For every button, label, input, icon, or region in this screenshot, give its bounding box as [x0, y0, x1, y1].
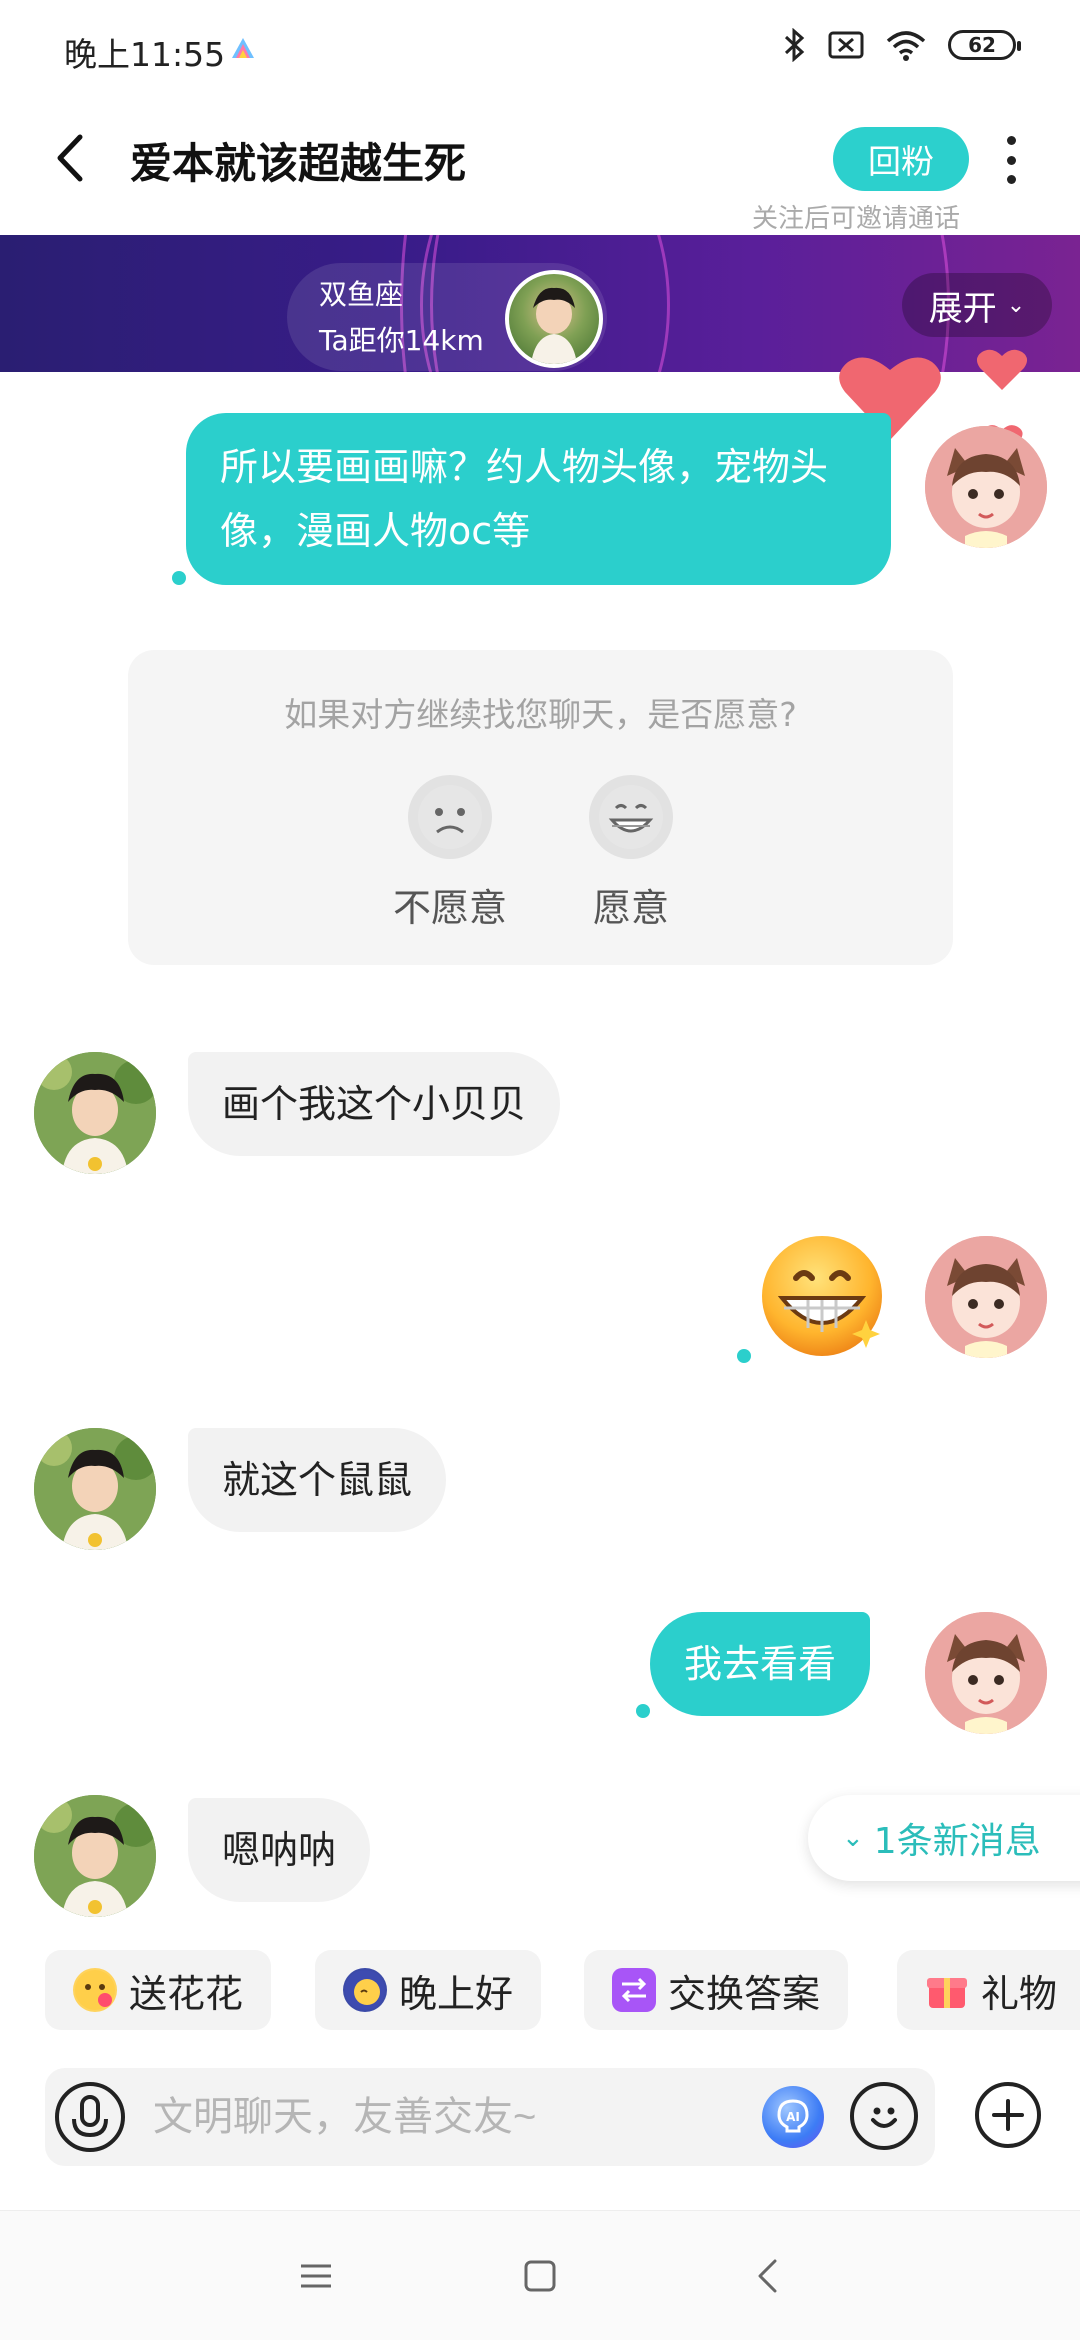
chip-label: 交换答案 — [668, 1971, 821, 2016]
new-message-label: 1条新消息 — [873, 1821, 1041, 1862]
status-time: 晚上11:55 — [64, 35, 226, 74]
new-message-button[interactable]: ⌄ 1条新消息 — [808, 1795, 1080, 1881]
more-actions-button[interactable] — [975, 2082, 1041, 2148]
follow-back-button[interactable]: 回粉 — [833, 127, 969, 191]
microphone-icon — [72, 2095, 108, 2138]
expand-label: 展开 — [928, 288, 997, 329]
battery-icon: 62 — [948, 30, 1021, 60]
emoji-button[interactable] — [850, 2082, 918, 2150]
outgoing-message[interactable]: 所以要画画嘛？约人物头像，宠物头像，漫画人物oc等 — [186, 413, 891, 585]
message-text: 我去看看 — [684, 1642, 837, 1686]
incoming-message[interactable]: 画个我这个小贝贝 — [188, 1052, 561, 1156]
menu-icon — [301, 2264, 331, 2288]
bluetooth-icon — [784, 28, 805, 62]
my-avatar[interactable] — [925, 1612, 1047, 1734]
gift-icon — [925, 1968, 969, 2012]
back-arrow-icon — [57, 134, 83, 182]
message-text: 所以要画画嘛？约人物头像，宠物头像，漫画人物oc等 — [220, 445, 829, 553]
read-indicator — [737, 1349, 751, 1363]
zodiac-sign: 双鱼座 — [319, 278, 404, 311]
expand-button[interactable]: 展开 ⌄ — [902, 273, 1052, 337]
outgoing-message[interactable]: 我去看看 — [650, 1612, 871, 1716]
home-button[interactable] — [515, 2251, 565, 2301]
system-back-button[interactable] — [742, 2251, 792, 2301]
wifi-icon — [886, 31, 926, 61]
more-dot-icon — [1006, 175, 1016, 184]
chip-exchange-answers[interactable]: 交换答案 — [584, 1950, 849, 2030]
sad-face-icon — [408, 775, 492, 859]
contact-avatar[interactable] — [34, 1052, 156, 1174]
contact-avatar[interactable] — [34, 1428, 156, 1550]
survey-option-label: 愿意 — [592, 886, 669, 930]
survey-option-willing[interactable]: 愿意 — [556, 775, 706, 932]
exchange-icon — [612, 1968, 656, 2012]
ai-icon: AI — [777, 2099, 809, 2133]
double-chevron-down-icon: ⌄ — [842, 1823, 864, 1853]
message-text: 画个我这个小贝贝 — [222, 1082, 527, 1126]
chip-gift[interactable]: 礼物 — [897, 1950, 1080, 2030]
quick-reply-bar: 送花花 晚上好 交换答案 礼物 — [0, 1950, 1080, 2030]
read-indicator — [636, 1704, 650, 1718]
contact-avatar[interactable] — [34, 1795, 156, 1917]
survey-card: 如果对方继续找您聊天，是否愿意? 不愿意 愿意 — [128, 650, 953, 965]
my-avatar[interactable] — [925, 426, 1047, 548]
message-text: 就这个鼠鼠 — [222, 1458, 413, 1502]
chip-send-flower[interactable]: 送花花 — [45, 1950, 272, 2030]
sim-icon — [828, 31, 864, 59]
smiley-icon — [871, 2107, 897, 2128]
banner-avatar[interactable] — [505, 270, 603, 368]
more-options-button[interactable] — [995, 130, 1027, 190]
chevron-down-icon: ⌄ — [1006, 292, 1026, 318]
survey-option-label: 不愿意 — [392, 886, 507, 930]
battery-level: 62 — [968, 33, 996, 57]
back-triangle-icon — [758, 2259, 777, 2293]
more-dot-icon — [1006, 155, 1016, 165]
flower-face-icon — [73, 1968, 117, 2012]
app-icon — [232, 38, 254, 58]
grinning-face-emoji[interactable] — [758, 1232, 886, 1360]
message-input-bar: AI — [45, 2068, 935, 2166]
chat-title: 爱本就该超越生死 — [130, 139, 467, 188]
plus-icon — [992, 2099, 1024, 2131]
chip-good-evening[interactable]: 晚上好 — [315, 1950, 542, 2030]
back-button[interactable] — [44, 128, 94, 188]
survey-option-unwilling[interactable]: 不愿意 — [375, 775, 525, 932]
chip-label: 晚上好 — [399, 1971, 514, 2016]
status-bar: 晚上11:55 62 — [0, 0, 1080, 100]
distance-label: Ta距你14km — [319, 324, 484, 357]
incoming-message[interactable]: 就这个鼠鼠 — [188, 1428, 447, 1532]
chat-header: 爱本就该超越生死 回粉 关注后可邀请通话 — [0, 100, 1080, 235]
follow-hint: 关注后可邀请通话 — [752, 204, 961, 234]
system-navigation-bar — [0, 2210, 1080, 2340]
message-text: 嗯呐呐 — [222, 1828, 337, 1872]
chip-label: 送花花 — [129, 1971, 244, 2016]
grinning-face-icon — [589, 775, 673, 859]
more-dot-icon — [1006, 136, 1016, 145]
read-indicator — [172, 571, 186, 585]
my-avatar[interactable] — [925, 1236, 1047, 1358]
message-input[interactable] — [153, 2068, 793, 2166]
recent-apps-button[interactable] — [291, 2251, 341, 2301]
chip-label: 礼物 — [981, 1971, 1058, 2016]
voice-button[interactable] — [55, 2082, 125, 2152]
moon-face-icon — [343, 1968, 387, 2012]
square-icon — [524, 2260, 556, 2292]
survey-question: 如果对方继续找您聊天，是否愿意? — [284, 695, 797, 734]
incoming-message[interactable]: 嗯呐呐 — [188, 1798, 371, 1902]
svg-text:AI: AI — [786, 2110, 800, 2124]
ai-assistant-button[interactable]: AI — [762, 2086, 824, 2148]
